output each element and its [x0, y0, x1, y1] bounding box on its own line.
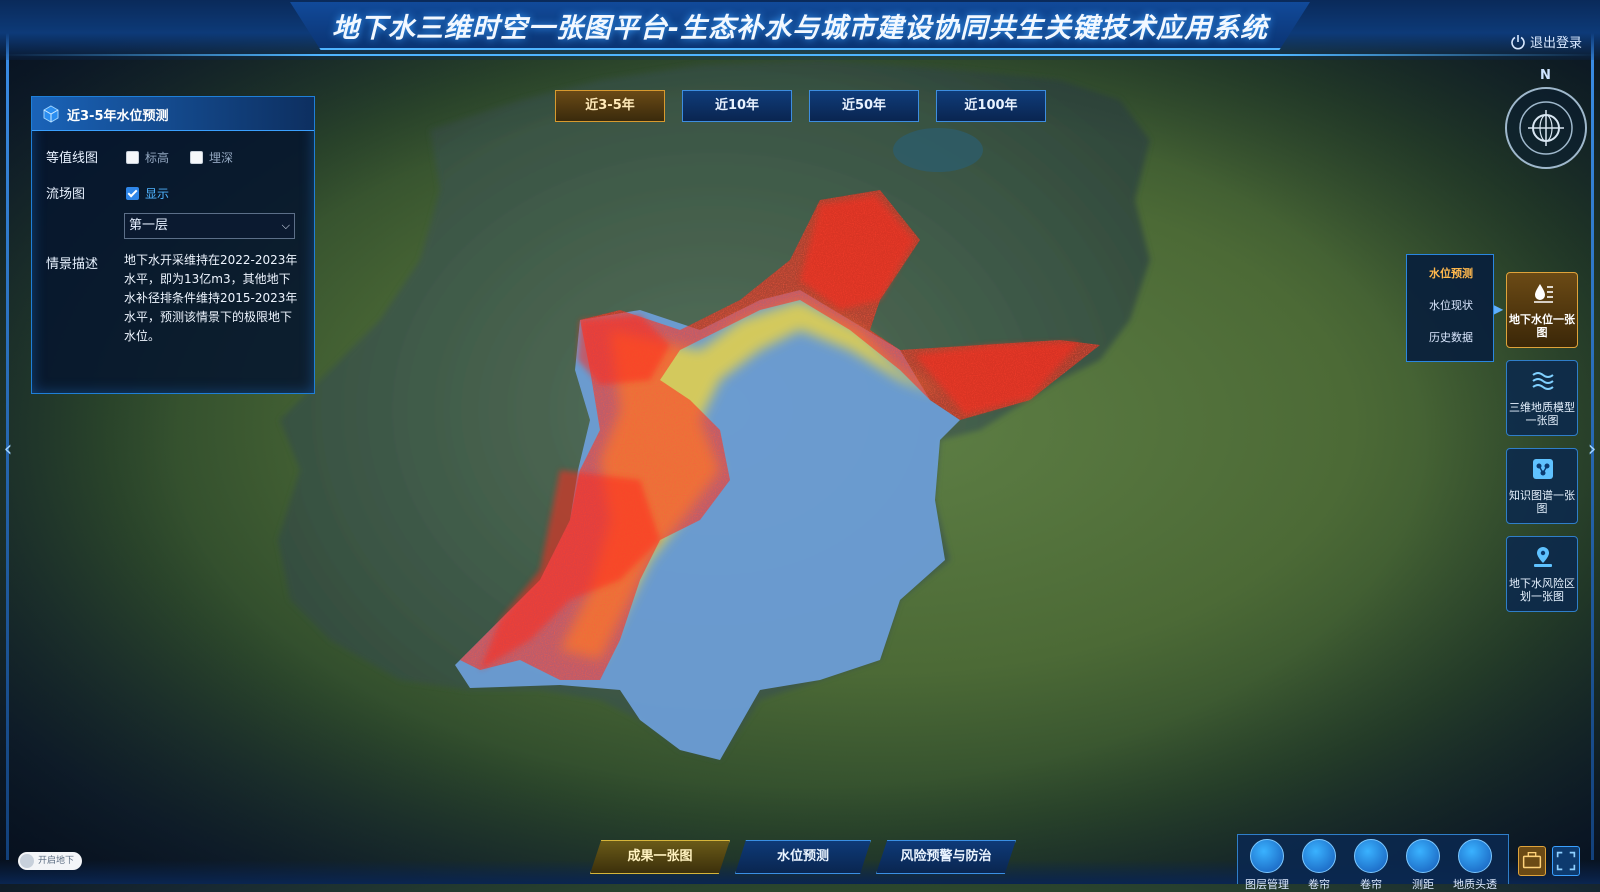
- knowledge-graph-icon: [1533, 459, 1553, 479]
- side-button-label: 三维地质模型一张图: [1509, 401, 1575, 427]
- underground-toggle-label: 开启地下: [38, 856, 75, 866]
- contour-depth-checkbox[interactable]: 埋深: [190, 149, 233, 166]
- checkbox-label: 埋深: [209, 151, 234, 165]
- layers-icon: [1250, 839, 1284, 873]
- tab-year-3-5[interactable]: 近3-5年: [555, 90, 665, 122]
- checkbox-box: [126, 151, 139, 164]
- toggle-knob: [20, 854, 34, 868]
- logout-button[interactable]: 退出登录: [1510, 32, 1582, 51]
- split-icon: [1354, 839, 1388, 873]
- toolbox-icon: [1522, 851, 1542, 869]
- compass-icon[interactable]: [1504, 86, 1588, 170]
- tab-year-50[interactable]: 近50年: [809, 90, 919, 122]
- tool-geology-transparency[interactable]: 地质头透: [1452, 839, 1498, 892]
- tool-label: 卷帘: [1360, 878, 1382, 891]
- tool-label: 图层管理: [1245, 878, 1289, 891]
- logout-label: 退出登录: [1529, 36, 1582, 51]
- measure-icon: [1406, 839, 1440, 873]
- side-button-risk-zoning-map[interactable]: 地下水风险区划一张图: [1506, 536, 1578, 612]
- tool-label: 地质头透: [1453, 878, 1497, 891]
- flow-field-show-checkbox[interactable]: 显示: [126, 185, 169, 202]
- map-toolbar: 图层管理 卷帘 卷帘 测距 地质头透: [1237, 834, 1509, 891]
- chevron-down-icon: ⌵: [281, 219, 290, 232]
- compass-north-label: N: [1540, 68, 1551, 83]
- submenu-item-prediction[interactable]: 水位预测: [1407, 265, 1495, 281]
- side-button-water-level-map[interactable]: 地下水位一张图: [1506, 272, 1578, 348]
- drop-icon: [1458, 839, 1492, 873]
- right-edge-arrow-icon[interactable]: ›: [1584, 434, 1600, 466]
- fullscreen-icon: [1556, 851, 1576, 871]
- layer-select-value: 第一层: [129, 218, 169, 233]
- panel-header: 近3-5年水位预测: [32, 97, 314, 131]
- submenu-pointer-icon: ▶: [1494, 302, 1504, 316]
- checkbox-label: 显示: [145, 187, 170, 201]
- geology-model-icon: [1532, 372, 1554, 390]
- power-icon: [1511, 34, 1525, 49]
- contour-elevation-checkbox[interactable]: 标高: [126, 149, 169, 166]
- fullscreen-button[interactable]: [1552, 846, 1580, 876]
- side-button-geology-model-map[interactable]: 三维地质模型一张图: [1506, 360, 1578, 436]
- side-button-knowledge-graph-map[interactable]: 知识图谱一张图: [1506, 448, 1578, 524]
- tool-measure[interactable]: 测距: [1400, 839, 1446, 892]
- tool-layer-management[interactable]: 图层管理: [1244, 839, 1290, 892]
- scenario-description: 地下水开采维持在2022-2023年水平，即为13亿m3，其他地下水补径排条件维…: [124, 253, 298, 343]
- app-title: 地下水三维时空一张图平台-生态补水与城市建设协同共生关键技术应用系统: [331, 13, 1269, 44]
- tab-year-100[interactable]: 近100年: [936, 90, 1046, 122]
- risk-map-icon: [1534, 547, 1552, 567]
- side-button-label: 知识图谱一张图: [1509, 489, 1575, 515]
- header-line: [0, 54, 1600, 56]
- cube-icon: [43, 105, 59, 123]
- swipe-icon: [1302, 839, 1336, 873]
- submenu-item-history[interactable]: 历史数据: [1407, 329, 1495, 345]
- side-button-label: 地下水风险区划一张图: [1509, 577, 1575, 603]
- prediction-panel: 近3-5年水位预测 等值线图 标高 埋深 流场图 显示 第一层 ⌵ 情景描述 地…: [31, 96, 315, 394]
- water-level-icon: [1534, 284, 1553, 303]
- tab-results-map[interactable]: 成果一张图: [590, 840, 730, 874]
- flow-field-label: 流场图: [46, 187, 86, 202]
- tool-swipe[interactable]: 卷帘: [1296, 839, 1342, 892]
- side-button-label: 地下水位一张图: [1509, 313, 1575, 339]
- tab-year-10[interactable]: 近10年: [682, 90, 792, 122]
- checkbox-label: 标高: [145, 151, 170, 165]
- tool-label: 卷帘: [1308, 878, 1330, 891]
- tool-label: 测距: [1412, 878, 1434, 891]
- tab-water-level-prediction[interactable]: 水位预测: [735, 840, 871, 874]
- reservoir: [893, 128, 983, 172]
- checkbox-box: [126, 187, 139, 200]
- checkbox-box: [190, 151, 203, 164]
- left-edge-arrow-icon[interactable]: ‹: [0, 434, 16, 466]
- toolbox-button[interactable]: [1518, 846, 1546, 876]
- underground-toggle[interactable]: 开启地下: [18, 852, 82, 870]
- scenario-label: 情景描述: [46, 257, 99, 272]
- submenu-item-current[interactable]: 水位现状: [1407, 297, 1495, 313]
- tool-split[interactable]: 卷帘: [1348, 839, 1394, 892]
- layer-select[interactable]: 第一层 ⌵: [124, 213, 295, 239]
- panel-title: 近3-5年水位预测: [67, 109, 169, 124]
- contour-label: 等值线图: [46, 151, 99, 166]
- tab-risk-warning[interactable]: 风险预警与防治: [876, 840, 1016, 874]
- water-level-submenu: 水位预测 水位现状 历史数据: [1406, 254, 1494, 362]
